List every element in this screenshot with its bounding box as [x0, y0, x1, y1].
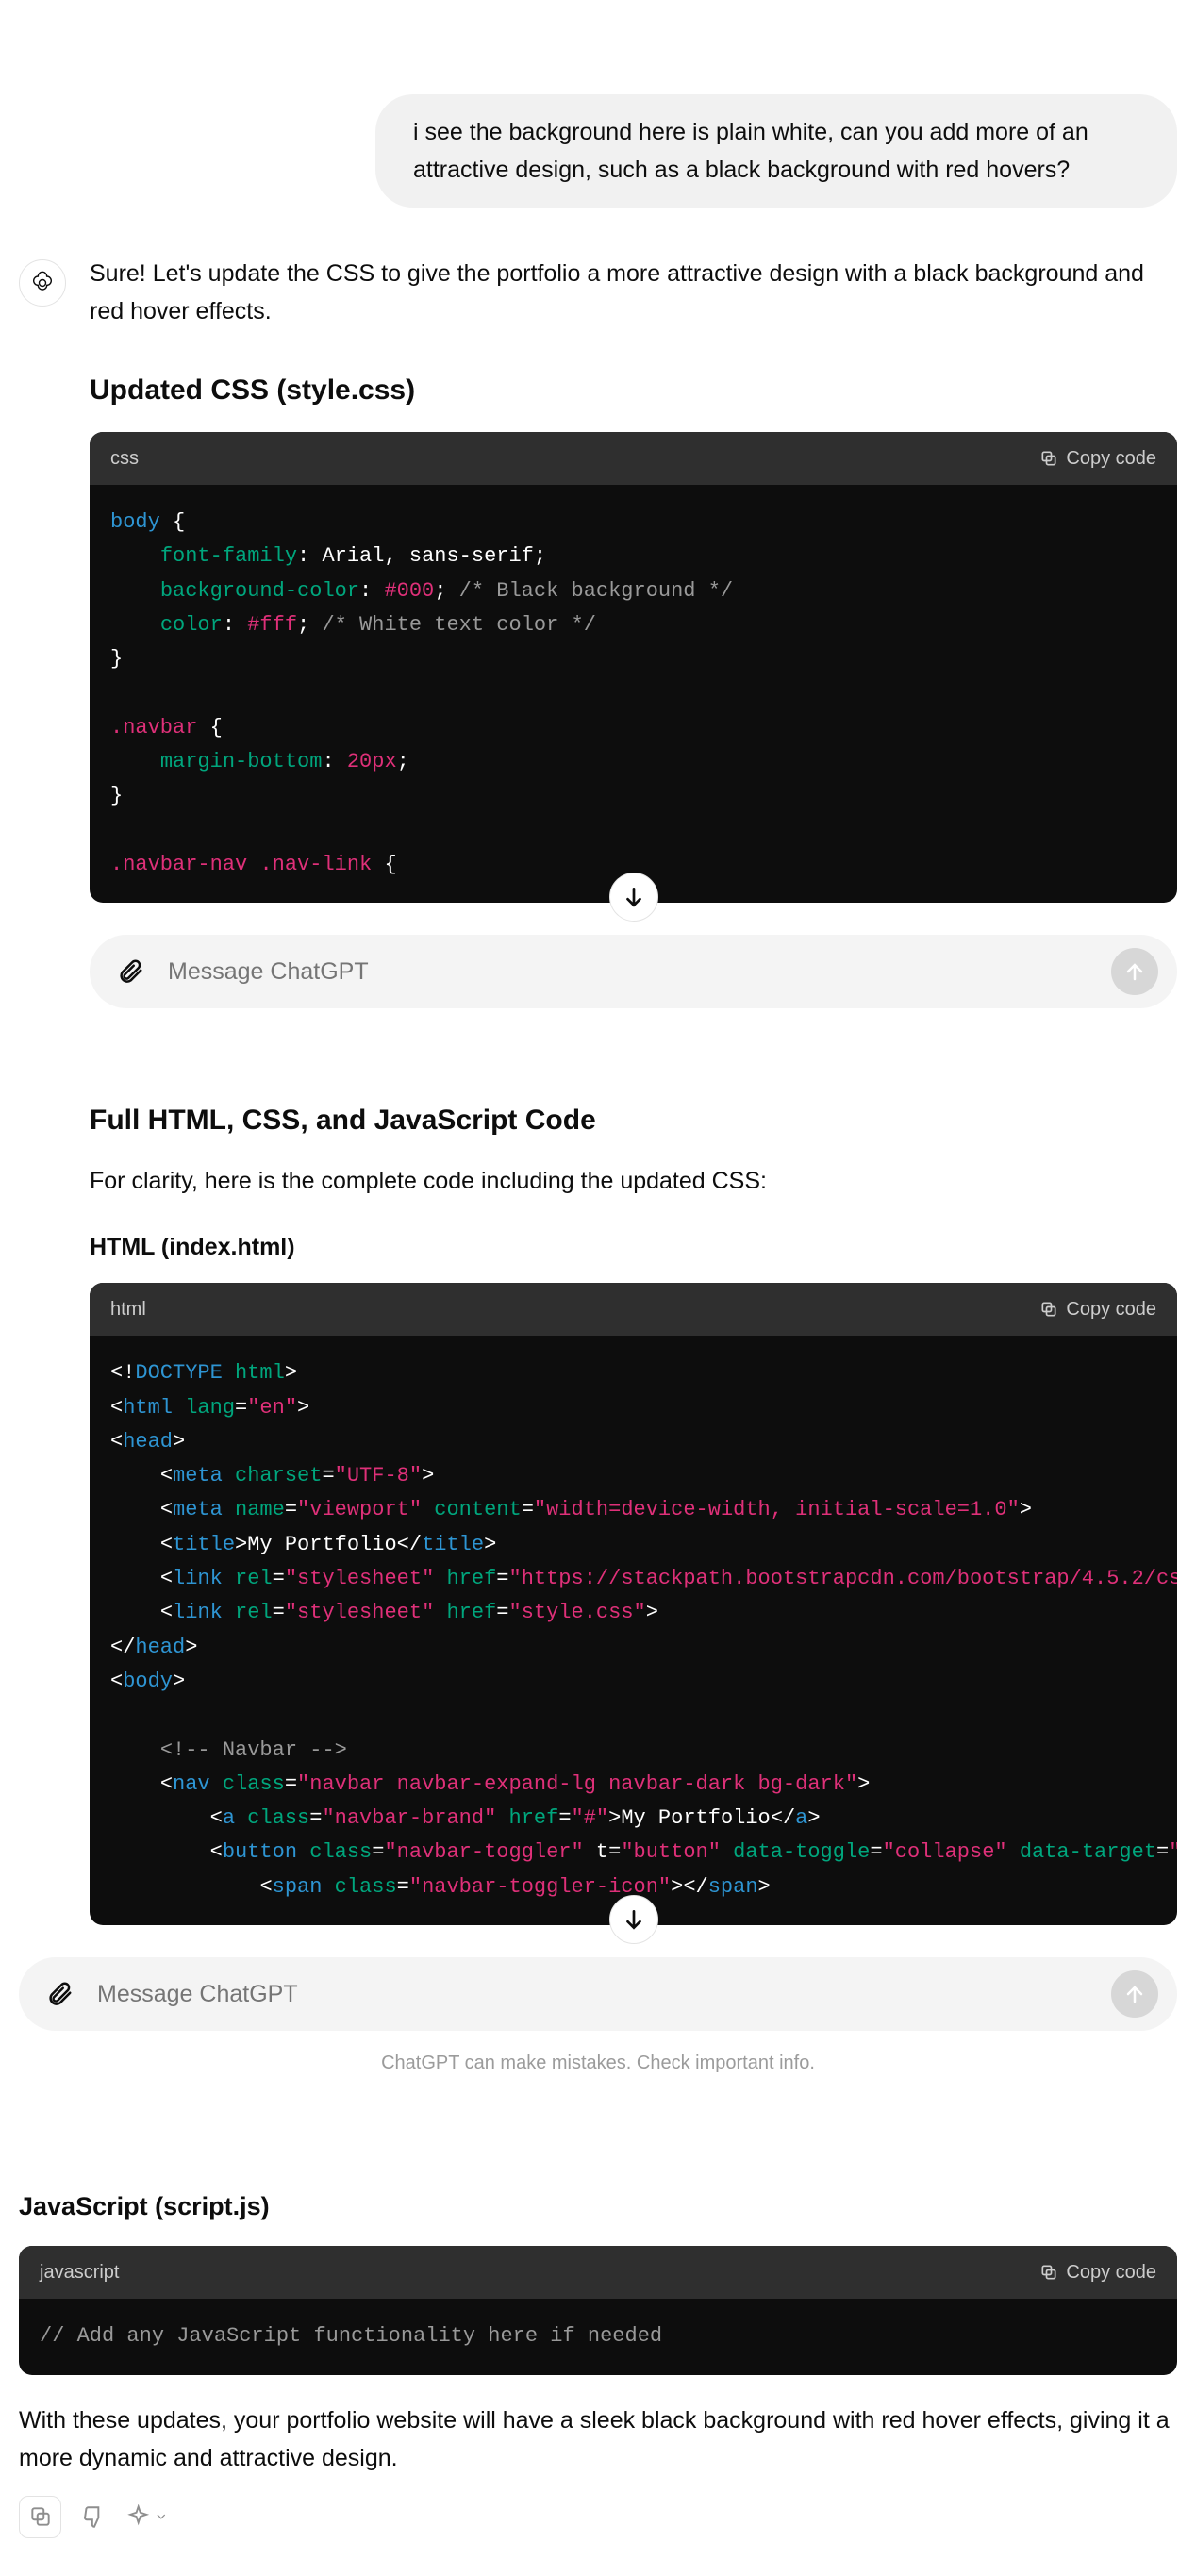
- code-bar: javascript Copy code: [19, 2246, 1177, 2299]
- openai-icon: [29, 270, 56, 296]
- arrow-down-icon: [622, 1907, 646, 1932]
- chat-section-3: JavaScript (script.js) javascript Copy c…: [19, 2186, 1177, 2537]
- code-body[interactable]: // Add any JavaScript functionality here…: [19, 2299, 1177, 2374]
- intro-text: Sure! Let's update the CSS to give the p…: [90, 255, 1177, 330]
- message-input-bar: [19, 1957, 1177, 2031]
- arrow-up-icon: [1123, 1983, 1146, 2005]
- copy-label: Copy code: [1066, 1294, 1156, 1324]
- user-message: i see the background here is plain white…: [375, 94, 1177, 208]
- code-body[interactable]: body { font-family: Arial, sans-serif; b…: [90, 485, 1177, 903]
- assistant-message-row: Sure! Let's update the CSS to give the p…: [19, 255, 1177, 1008]
- copy-label: Copy code: [1066, 443, 1156, 474]
- code-bar: html Copy code: [90, 1283, 1177, 1336]
- js-heading: JavaScript (script.js): [19, 2186, 1177, 2227]
- assistant-body-continued: Full HTML, CSS, and JavaScript Code For …: [90, 1098, 1177, 1944]
- copy-icon: [1039, 1300, 1058, 1319]
- full-intro: For clarity, here is the complete code i…: [90, 1162, 1177, 1200]
- send-button[interactable]: [1111, 948, 1158, 995]
- copy-code-button[interactable]: Copy code: [1039, 1294, 1156, 1324]
- paperclip-icon: [45, 1980, 74, 2008]
- attachment-button[interactable]: [38, 1973, 80, 2016]
- code-bar: css Copy code: [90, 432, 1177, 485]
- copy-message-button[interactable]: [19, 2496, 61, 2538]
- message-input-bar: [90, 935, 1177, 1008]
- chat-section-1: i see the background here is plain white…: [19, 94, 1177, 1008]
- chat-section-2: Full HTML, CSS, and JavaScript Code For …: [19, 1098, 1177, 2078]
- code-body[interactable]: <!DOCTYPE html> <html lang="en"> <head> …: [90, 1336, 1177, 1925]
- arrow-down-icon: [622, 885, 646, 909]
- copy-icon: [1039, 2263, 1058, 2282]
- arrow-up-icon: [1123, 960, 1146, 983]
- copy-label: Copy code: [1066, 2257, 1156, 2287]
- css-code-block: css Copy code body { font-family: Arial,…: [90, 432, 1177, 903]
- chevron-down-icon: [154, 2509, 169, 2524]
- html-heading: HTML (index.html): [90, 1228, 1177, 1266]
- sparkle-icon: [126, 2504, 150, 2529]
- thumbs-down-icon: [82, 2504, 107, 2529]
- code-lang-label: javascript: [40, 2257, 119, 2287]
- css-heading: Updated CSS (style.css): [90, 368, 1177, 413]
- assistant-body: Sure! Let's update the CSS to give the p…: [90, 255, 1177, 1008]
- copy-code-button[interactable]: Copy code: [1039, 2257, 1156, 2287]
- attachment-button[interactable]: [108, 951, 151, 993]
- code-lang-label: html: [110, 1294, 146, 1324]
- scroll-down-button[interactable]: [609, 1895, 658, 1944]
- user-message-row: i see the background here is plain white…: [19, 94, 1177, 208]
- js-code-block: javascript Copy code // Add any JavaScri…: [19, 2246, 1177, 2374]
- dislike-button[interactable]: [73, 2496, 115, 2538]
- code-lang-label: css: [110, 443, 139, 474]
- scroll-down-button[interactable]: [609, 873, 658, 922]
- message-actions: [19, 2496, 1177, 2538]
- disclaimer-text: ChatGPT can make mistakes. Check importa…: [19, 2048, 1177, 2078]
- message-input[interactable]: [97, 1981, 1094, 2008]
- paperclip-icon: [116, 957, 144, 986]
- message-input[interactable]: [168, 958, 1094, 986]
- assistant-avatar: [19, 259, 66, 307]
- copy-code-button[interactable]: Copy code: [1039, 443, 1156, 474]
- html-code-block: html Copy code <!DOCTYPE html> <html lan…: [90, 1283, 1177, 1925]
- copy-icon: [28, 2504, 53, 2529]
- copy-icon: [1039, 449, 1058, 468]
- outro-text: With these updates, your portfolio websi…: [19, 2401, 1177, 2477]
- regenerate-button[interactable]: [126, 2496, 169, 2538]
- full-heading: Full HTML, CSS, and JavaScript Code: [90, 1098, 1177, 1143]
- send-button[interactable]: [1111, 1970, 1158, 2018]
